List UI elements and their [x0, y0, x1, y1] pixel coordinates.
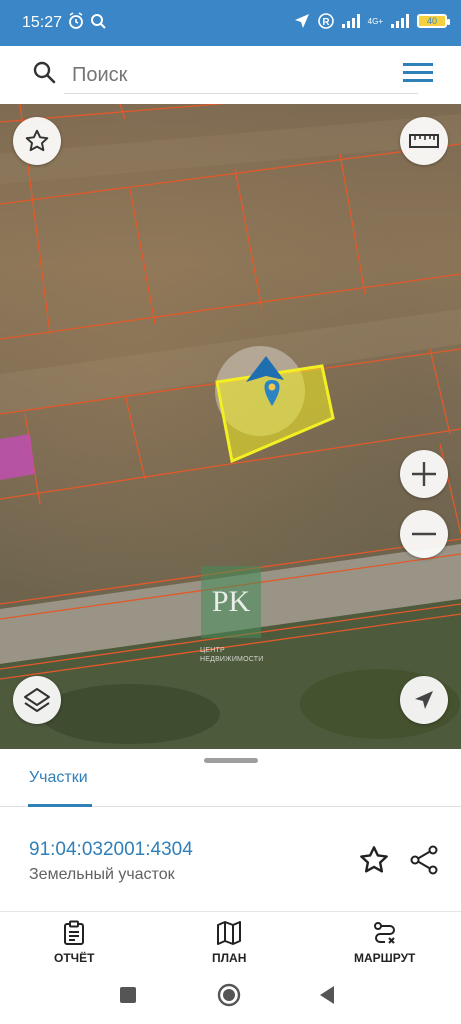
nav-report-label: ОТЧЁТ: [54, 951, 95, 965]
battery-level: 40: [426, 16, 437, 26]
hamburger-menu-icon[interactable]: [403, 60, 433, 84]
signal-icon-2: [391, 14, 409, 28]
registered-icon: R: [317, 13, 334, 29]
share-icon[interactable]: [408, 844, 440, 876]
tab-active-indicator: [28, 804, 92, 807]
svg-text:R: R: [322, 17, 330, 28]
search-bar: [0, 46, 461, 104]
zoom-in-button[interactable]: [400, 450, 448, 498]
plus-icon: [412, 462, 436, 486]
star-outline-icon: [25, 129, 49, 152]
home-icon[interactable]: [217, 983, 241, 1007]
status-time: 15:27: [22, 14, 63, 31]
bottom-nav: ОТЧЁТ ПЛАН МАРШРУТ: [0, 911, 461, 973]
my-location-button[interactable]: [400, 676, 448, 724]
tab-parcels[interactable]: Участки: [29, 769, 88, 787]
layers-icon: [24, 688, 50, 712]
watermark-caption: ЦЕНТР НЕДВИЖИМОСТИ: [200, 647, 264, 663]
recents-icon[interactable]: [119, 986, 137, 1004]
ruler-icon: [409, 134, 439, 148]
back-icon[interactable]: [318, 985, 336, 1005]
nav-route-label: МАРШРУТ: [354, 951, 416, 965]
signal-icon: [341, 14, 360, 28]
map-view[interactable]: PK ЦЕНТР НЕДВИЖИМОСТИ: [0, 104, 461, 749]
status-bar: 15:27 R 4G+ 40: [0, 0, 461, 46]
favorite-button[interactable]: [13, 117, 61, 165]
zoom-out-button[interactable]: [400, 510, 448, 558]
alarm-icon: [69, 12, 83, 29]
minus-icon: [412, 532, 436, 536]
map-icon: [217, 921, 242, 945]
system-nav-bar: [0, 973, 461, 1024]
search-status-icon: [91, 14, 106, 29]
route-icon: [373, 922, 395, 944]
search-input[interactable]: [64, 58, 418, 94]
nav-plan-label: ПЛАН: [212, 951, 247, 965]
battery-icon: 40: [417, 14, 450, 28]
bottom-sheet: Участки 91:04:032001:4304 Земельный учас…: [0, 749, 461, 911]
search-icon[interactable]: [32, 60, 56, 84]
nav-route[interactable]: МАРШРУТ: [354, 920, 415, 965]
nav-plan[interactable]: ПЛАН: [212, 920, 246, 965]
navigation-arrow-icon: [415, 691, 433, 709]
watermark-logo: PK: [201, 566, 261, 638]
sheet-drag-handle[interactable]: [204, 758, 258, 763]
location-arrow-icon: [294, 14, 309, 28]
network-type: 4G+: [367, 16, 383, 26]
parcel-type: Земельный участок: [29, 866, 175, 883]
layers-button[interactable]: [13, 676, 61, 724]
nav-report[interactable]: ОТЧЁТ: [54, 920, 94, 965]
report-icon: [64, 920, 85, 945]
ruler-button[interactable]: [400, 117, 448, 165]
parcel-id-link[interactable]: 91:04:032001:4304: [29, 839, 193, 861]
star-icon[interactable]: [358, 844, 390, 876]
